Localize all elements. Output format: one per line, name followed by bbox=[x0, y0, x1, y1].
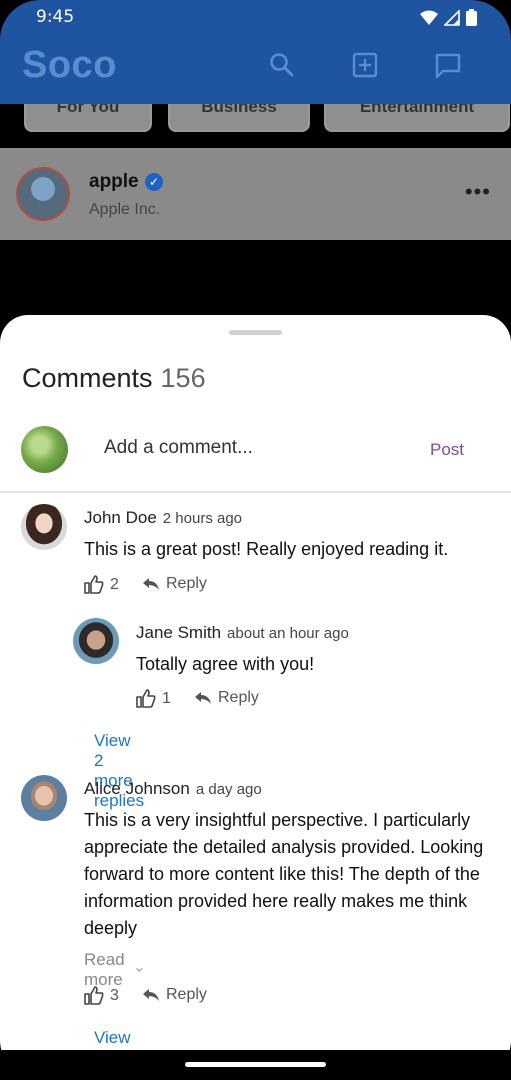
app-logo: Soco bbox=[22, 44, 117, 86]
read-more-label: Read more bbox=[84, 950, 125, 989]
comment-header: Jane Smith about an hour ago bbox=[136, 623, 349, 643]
current-user-avatar bbox=[21, 426, 68, 473]
screen: 9:45 Soco For You Business Entertainment… bbox=[0, 0, 511, 1080]
reply-button[interactable]: Reply bbox=[142, 986, 207, 1004]
user-avatar[interactable] bbox=[21, 504, 67, 550]
like-button[interactable]: 1 bbox=[136, 689, 171, 708]
account-subtitle: Apple Inc. bbox=[89, 201, 161, 218]
more-options-icon[interactable]: ••• bbox=[465, 179, 491, 205]
comments-count: 156 bbox=[160, 363, 206, 393]
reply-icon bbox=[195, 692, 211, 704]
status-time: 9:45 bbox=[36, 7, 75, 27]
system-nav-bar bbox=[0, 1050, 511, 1080]
user-avatar[interactable] bbox=[73, 618, 119, 664]
reply-button[interactable]: Reply bbox=[194, 689, 259, 707]
account-name[interactable]: apple bbox=[89, 171, 139, 193]
view-more-replies-link[interactable]: View 2 more replies bbox=[94, 731, 144, 811]
reply-label: Reply bbox=[166, 986, 207, 1003]
verified-badge-icon: ✓ bbox=[145, 173, 163, 191]
comment-input[interactable] bbox=[104, 437, 404, 459]
comments-title-label: Comments bbox=[22, 363, 153, 393]
like-button[interactable]: 2 bbox=[84, 575, 119, 594]
battery-icon bbox=[466, 9, 477, 26]
comment-text: This is a very insightful perspective. I… bbox=[84, 810, 484, 938]
reply-button[interactable]: Reply bbox=[142, 575, 207, 593]
reply-label: Reply bbox=[218, 689, 259, 706]
status-bar: 9:45 bbox=[0, 0, 511, 36]
comment-time: about an hour ago bbox=[227, 625, 349, 642]
comments-title: Comments 156 bbox=[22, 363, 206, 394]
account-avatar[interactable] bbox=[16, 167, 70, 221]
comment-header: John Doe 2 hours ago bbox=[84, 508, 242, 528]
view-more-replies-link[interactable]: View 5 more replies bbox=[94, 1028, 144, 1050]
comment-author[interactable]: Alice Johnson bbox=[84, 779, 190, 798]
status-icons bbox=[420, 9, 477, 26]
signal-icon bbox=[444, 9, 460, 26]
comment-author[interactable]: John Doe bbox=[84, 508, 157, 527]
divider bbox=[0, 491, 511, 493]
thumbs-up-icon bbox=[84, 575, 104, 594]
like-count: 3 bbox=[110, 986, 119, 1004]
post-comment-button[interactable]: Post bbox=[430, 440, 464, 460]
reply-icon bbox=[143, 989, 159, 1001]
comment-text: Totally agree with you! bbox=[136, 654, 315, 674]
read-more-button[interactable]: Read more bbox=[84, 950, 143, 990]
add-post-icon[interactable] bbox=[352, 52, 378, 78]
comment-text: This is a great post! Really enjoyed rea… bbox=[84, 539, 449, 559]
reply-icon bbox=[143, 578, 159, 590]
app-bar: 9:45 Soco bbox=[0, 0, 511, 104]
comment-header: Alice Johnson a day ago bbox=[84, 779, 262, 799]
post-header: apple ✓ Apple Inc. ••• bbox=[0, 148, 511, 240]
user-avatar[interactable] bbox=[21, 775, 67, 821]
messages-icon[interactable] bbox=[434, 52, 462, 80]
like-count: 2 bbox=[110, 575, 119, 593]
comment-time: 2 hours ago bbox=[162, 510, 243, 527]
thumbs-up-icon bbox=[136, 689, 156, 708]
like-count: 1 bbox=[162, 689, 171, 707]
feed-background: For You Business Entertainment apple ✓ A… bbox=[0, 96, 511, 316]
wifi-icon bbox=[420, 10, 438, 25]
comment-author[interactable]: Jane Smith bbox=[136, 623, 221, 642]
home-gesture-handle[interactable] bbox=[185, 1062, 326, 1067]
comment-time: a day ago bbox=[195, 781, 262, 798]
reply-label: Reply bbox=[166, 575, 207, 592]
chevron-down-icon bbox=[136, 968, 143, 972]
search-icon[interactable] bbox=[269, 52, 295, 78]
like-button[interactable]: 3 bbox=[84, 986, 119, 1005]
drag-handle[interactable] bbox=[229, 330, 282, 335]
thumbs-up-icon bbox=[84, 986, 104, 1005]
comments-sheet: Comments156 Post John Doe 2 hours ago Thi… bbox=[0, 315, 511, 1050]
